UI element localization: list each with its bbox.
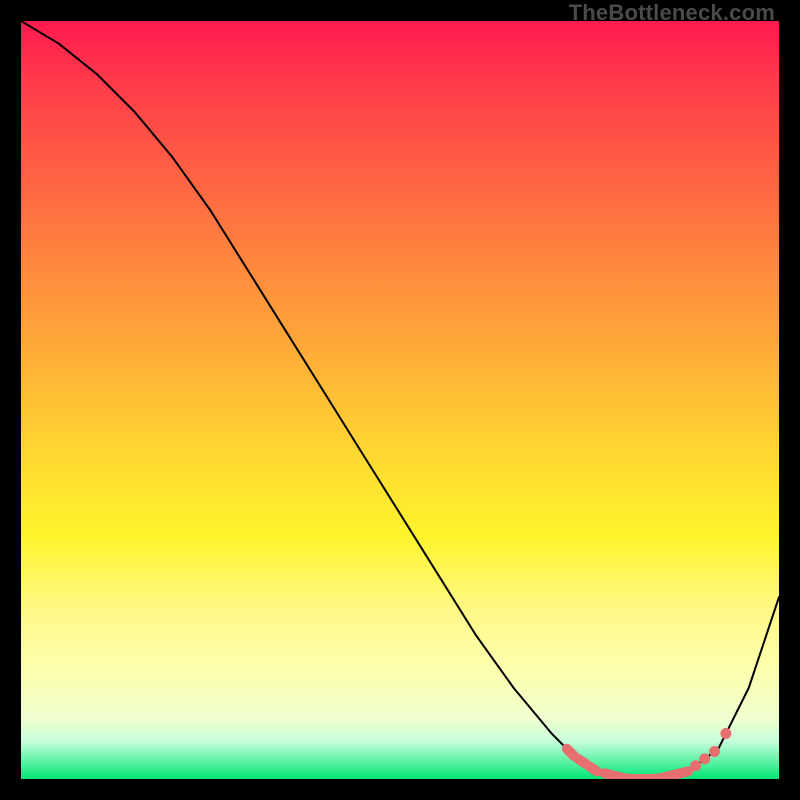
bottleneck-curve xyxy=(21,21,779,779)
optimal-marker-dot xyxy=(720,728,731,739)
optimal-marker-dot xyxy=(709,746,720,757)
optimal-range-markers xyxy=(567,728,732,779)
chart-plot-area xyxy=(21,21,779,779)
optimal-marker-dot xyxy=(699,753,710,764)
watermark-text: TheBottleneck.com xyxy=(569,0,775,26)
optimal-marker xyxy=(590,766,598,771)
optimal-marker-dot xyxy=(690,760,701,771)
optimal-marker xyxy=(578,759,586,764)
optimal-marker xyxy=(567,749,575,757)
optimal-flat-segment xyxy=(605,771,688,779)
chart-svg xyxy=(21,21,779,779)
